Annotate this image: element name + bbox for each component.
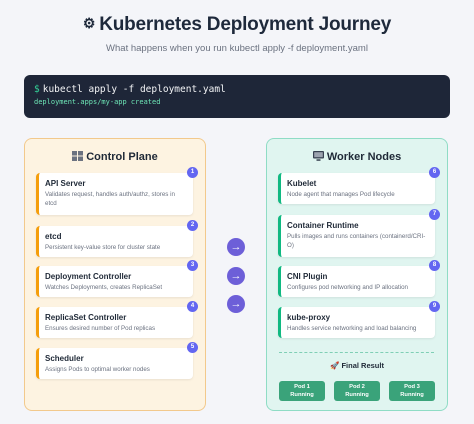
control-plane-panel: Control Plane 1 API Server Validates req… bbox=[24, 138, 206, 411]
component-name: API Server bbox=[45, 179, 86, 188]
pod-name: Pod 1 bbox=[294, 384, 310, 390]
container-runtime-card: 7 Container Runtime Pulls images and run… bbox=[278, 209, 440, 257]
component-description: Assigns Pods to optimal worker nodes bbox=[45, 366, 150, 373]
flow-arrow-icon: → bbox=[227, 238, 245, 256]
control-plane-title-text: Control Plane bbox=[86, 151, 158, 163]
final-result-label: Final Result bbox=[341, 361, 384, 370]
kube-proxy-card: 9 kube-proxy Handles service networking … bbox=[278, 301, 440, 338]
component-name: ReplicaSet Controller bbox=[45, 313, 127, 322]
pod-name: Pod 2 bbox=[349, 384, 365, 390]
api-server-card: 1 API Server Validates request, handles … bbox=[36, 167, 198, 215]
component-name: kube-proxy bbox=[287, 313, 331, 322]
worker-nodes-panel: Worker Nodes 6 Kubelet Node agent that m… bbox=[266, 138, 448, 411]
step-badge: 6 bbox=[429, 167, 440, 178]
component-description: Configures pod networking and IP allocat… bbox=[287, 284, 408, 291]
pod-status: Running bbox=[290, 391, 314, 398]
flow-arrow-icon: → bbox=[227, 295, 245, 313]
etcd-card: 2 etcd Persistent key-value store for cl… bbox=[36, 220, 198, 257]
step-badge: 4 bbox=[187, 301, 198, 312]
final-result-title: 🚀 Final Result bbox=[267, 361, 447, 370]
component-name: Container Runtime bbox=[287, 221, 359, 230]
pod-card: Pod 1 Running bbox=[279, 381, 325, 401]
component-name: Kubelet bbox=[287, 179, 317, 188]
page-title-text: Kubernetes Deployment Journey bbox=[99, 14, 392, 35]
component-name: CNI Plugin bbox=[287, 272, 328, 281]
step-badge: 2 bbox=[187, 220, 198, 231]
component-name: Scheduler bbox=[45, 354, 84, 363]
step-badge: 8 bbox=[429, 260, 440, 271]
component-description: Watches Deployments, creates ReplicaSet bbox=[45, 284, 163, 291]
gear-icon: ⚙ bbox=[82, 15, 96, 31]
terminal-output: deployment.apps/my-app created bbox=[34, 98, 161, 106]
step-badge: 5 bbox=[187, 342, 198, 353]
step-badge: 9 bbox=[429, 301, 440, 312]
deployment-controller-card: 3 Deployment Controller Watches Deployme… bbox=[36, 260, 198, 297]
component-description: Node agent that manages Pod lifecycle bbox=[287, 191, 395, 198]
cni-plugin-card: 8 CNI Plugin Configures pod networking a… bbox=[278, 260, 440, 297]
scheduler-card: 5 Scheduler Assigns Pods to optimal work… bbox=[36, 342, 198, 379]
component-name: Deployment Controller bbox=[45, 272, 132, 281]
grid-icon bbox=[72, 151, 84, 161]
component-description: Pulls images and runs containers (contai… bbox=[287, 233, 426, 249]
pod-name: Pod 3 bbox=[404, 384, 420, 390]
component-description: Validates request, handles auth/authz, s… bbox=[45, 191, 175, 207]
component-name: etcd bbox=[45, 232, 62, 241]
component-description: Ensures desired number of Pod replicas bbox=[45, 325, 156, 332]
terminal-prompt: $ bbox=[34, 84, 40, 95]
component-description: Handles service networking and load bala… bbox=[287, 325, 417, 332]
page-subtitle: What happens when you run kubectl apply … bbox=[106, 43, 368, 54]
section-divider bbox=[279, 352, 434, 353]
terminal-block: $ kubectl apply -f deployment.yaml deploy… bbox=[24, 75, 450, 118]
step-badge: 3 bbox=[187, 260, 198, 271]
step-badge: 7 bbox=[429, 209, 440, 220]
pod-status: Running bbox=[400, 391, 424, 398]
terminal-command-line: $ kubectl apply -f deployment.yaml bbox=[34, 84, 440, 96]
worker-nodes-title-text: Worker Nodes bbox=[326, 151, 402, 163]
pod-status: Running bbox=[345, 391, 369, 398]
pod-card: Pod 3 Running bbox=[389, 381, 435, 401]
replicaset-controller-card: 4 ReplicaSet Controller Ensures desired … bbox=[36, 301, 198, 338]
pod-card: Pod 2 Running bbox=[334, 381, 380, 401]
control-plane-title: Control Plane bbox=[25, 151, 205, 163]
terminal-command: kubectl apply -f deployment.yaml bbox=[42, 84, 226, 95]
rocket-icon: 🚀 bbox=[330, 361, 340, 370]
step-badge: 1 bbox=[187, 167, 198, 178]
component-description: Persistent key-value store for cluster s… bbox=[45, 244, 161, 251]
page-title: ⚙ Kubernetes Deployment Journey bbox=[0, 14, 474, 36]
monitor-icon bbox=[312, 151, 324, 161]
worker-nodes-title: Worker Nodes bbox=[267, 151, 447, 163]
kubelet-card: 6 Kubelet Node agent that manages Pod li… bbox=[278, 167, 440, 204]
flow-arrow-icon: → bbox=[227, 267, 245, 285]
